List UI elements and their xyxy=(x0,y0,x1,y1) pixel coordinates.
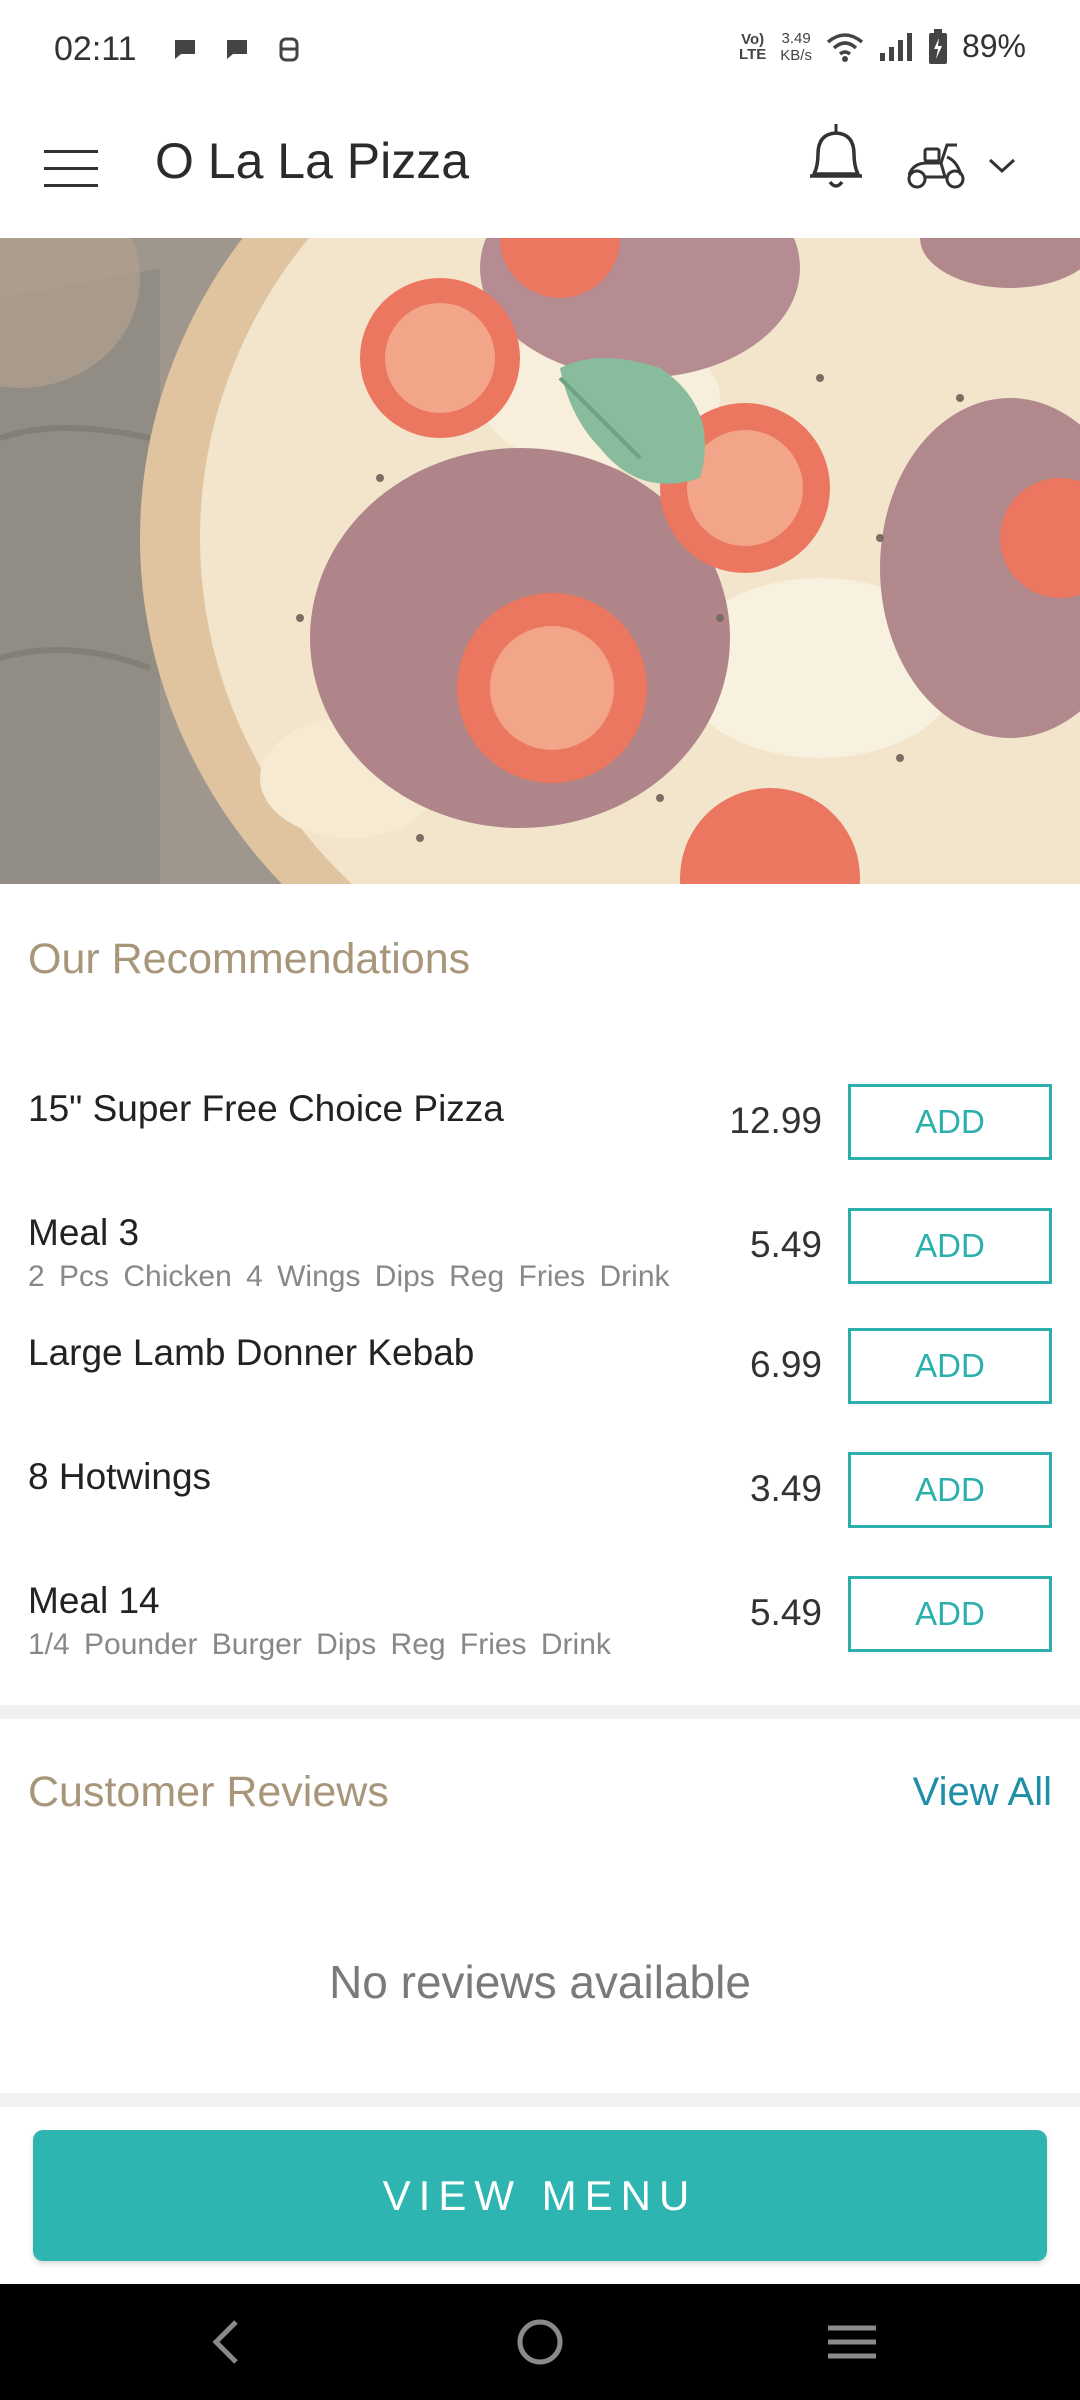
notification-icons xyxy=(170,34,304,64)
menu-button[interactable] xyxy=(44,136,108,200)
no-reviews-message: No reviews available xyxy=(329,1956,751,2008)
wifi-icon xyxy=(826,32,864,62)
item-name: Meal 14 xyxy=(28,1580,160,1621)
signal-icon xyxy=(879,32,912,61)
item-name: Meal 3 xyxy=(28,1212,140,1253)
view-menu-button[interactable]: VIEW MENU xyxy=(33,2130,1047,2261)
menu-icon xyxy=(44,149,98,153)
message-icon xyxy=(175,40,195,59)
home-icon[interactable] xyxy=(510,2312,570,2372)
volte-indicator: Vo) LTE xyxy=(739,30,767,63)
bell-icon[interactable] xyxy=(800,116,872,196)
view-all-link[interactable]: View All xyxy=(913,1770,1052,1815)
app-header: O La La Pizza xyxy=(0,100,1080,238)
item-description: 1/4 Pounder Burger Dips Reg Fries Drink xyxy=(28,1628,611,1661)
add-button[interactable]: ADD xyxy=(848,1208,1052,1284)
item-price: 12.99 xyxy=(729,1100,822,1141)
message-icon xyxy=(227,40,247,59)
reviews-title: Customer Reviews xyxy=(28,1768,389,1816)
system-nav-bar xyxy=(0,2284,1080,2400)
pizza-illustration xyxy=(0,238,1080,884)
item-name: 15" Super Free Choice Pizza xyxy=(28,1088,504,1129)
item-name: Large Lamb Donner Kebab xyxy=(28,1332,475,1373)
recents-icon[interactable] xyxy=(822,2312,882,2372)
status-bar: 02:11 Vo) LTE 3.49 KB/s 89% xyxy=(0,0,1080,100)
section-divider xyxy=(0,1705,1080,1719)
battery-percent: 89% xyxy=(961,28,1026,64)
item-name: 8 Hotwings xyxy=(28,1456,212,1497)
delivery-mode-button[interactable] xyxy=(905,130,1045,200)
item-price: 3.49 xyxy=(749,1468,822,1509)
status-time: 02:11 xyxy=(54,30,137,68)
page-title: O La La Pizza xyxy=(155,133,470,189)
chevron-down-icon xyxy=(988,158,1016,174)
add-button[interactable]: ADD xyxy=(848,1452,1052,1528)
back-icon[interactable] xyxy=(198,2312,258,2372)
battery-icon xyxy=(928,28,947,64)
item-price: 5.49 xyxy=(749,1592,822,1633)
scooter-icon xyxy=(907,143,965,189)
app-notification-icon xyxy=(279,37,299,62)
section-divider xyxy=(0,2093,1080,2107)
item-price: 5.49 xyxy=(749,1224,822,1265)
network-speed: 3.49 KB/s xyxy=(780,29,812,64)
hero-pizza-image xyxy=(0,238,1080,884)
add-button[interactable]: ADD xyxy=(848,1328,1052,1404)
add-button[interactable]: ADD xyxy=(848,1084,1052,1160)
item-price: 6.99 xyxy=(749,1344,822,1385)
status-right: Vo) LTE 3.49 KB/s 89% xyxy=(739,28,1026,65)
recommendations-title: Our Recommendations xyxy=(28,935,471,983)
add-button[interactable]: ADD xyxy=(848,1576,1052,1652)
item-description: 2 Pcs Chicken 4 Wings Dips Reg Fries Dri… xyxy=(28,1260,670,1293)
